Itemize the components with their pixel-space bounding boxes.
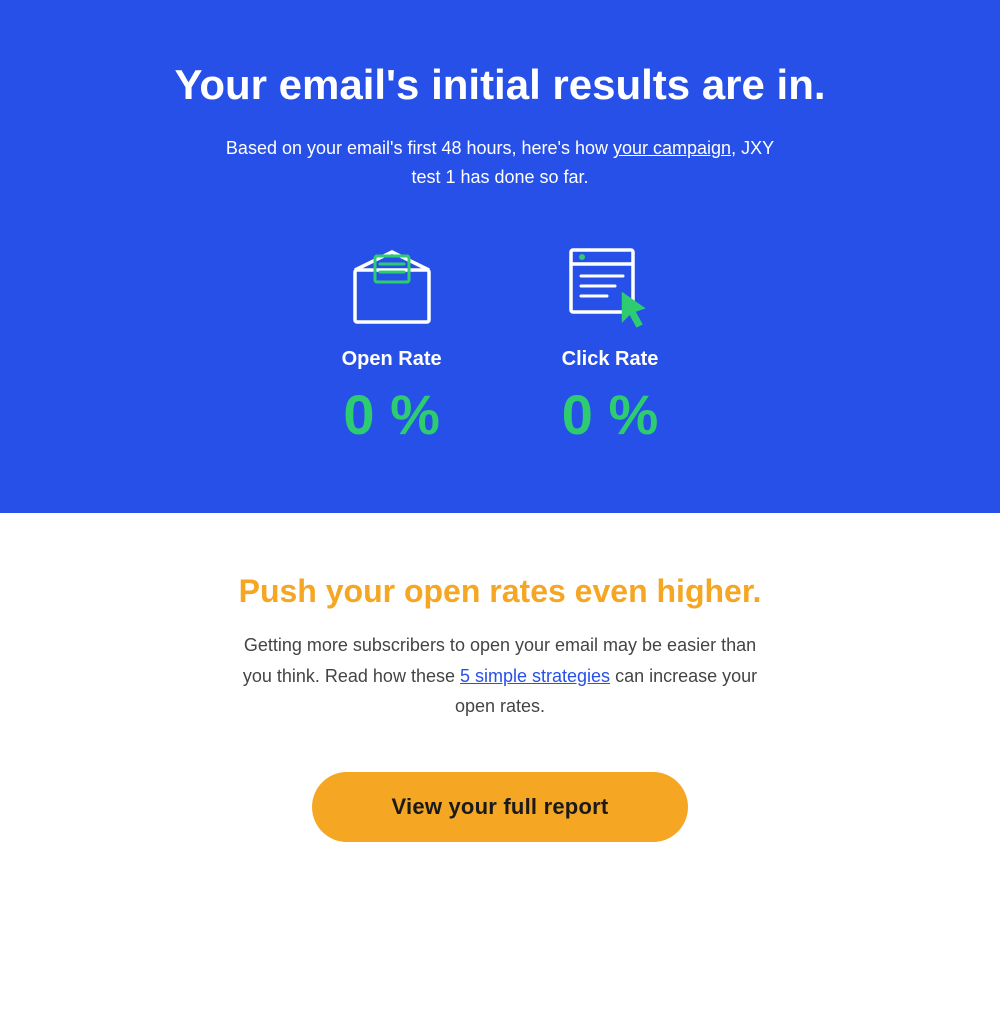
click-rate-label: Click Rate	[562, 348, 659, 371]
open-rate-value: 0 %	[343, 387, 440, 443]
open-rate-label: Open Rate	[342, 348, 442, 371]
email-container: Your email's initial results are in. Bas…	[0, 0, 1000, 1034]
click-rate-value: 0 %	[562, 387, 659, 443]
open-rate-svg	[347, 242, 437, 332]
campaign-link[interactable]: your campaign	[613, 138, 731, 158]
content-body: Getting more subscribers to open your em…	[240, 630, 760, 722]
content-title: Push your open rates even higher.	[239, 573, 762, 610]
open-rate-metric: Open Rate 0 %	[342, 242, 442, 443]
view-full-report-button[interactable]: View your full report	[312, 772, 689, 842]
content-section: Push your open rates even higher. Gettin…	[0, 513, 1000, 1034]
hero-title: Your email's initial results are in.	[174, 60, 825, 110]
click-rate-icon	[565, 242, 655, 332]
hero-subtitle: Based on your email's first 48 hours, he…	[220, 134, 780, 192]
strategies-link[interactable]: 5 simple strategies	[460, 666, 610, 686]
click-rate-svg	[565, 242, 655, 332]
hero-subtitle-text-before: Based on your email's first 48 hours, he…	[226, 138, 613, 158]
metrics-row: Open Rate 0 %	[342, 242, 659, 443]
hero-section: Your email's initial results are in. Bas…	[0, 0, 1000, 513]
open-rate-icon	[347, 242, 437, 332]
click-rate-metric: Click Rate 0 %	[562, 242, 659, 443]
